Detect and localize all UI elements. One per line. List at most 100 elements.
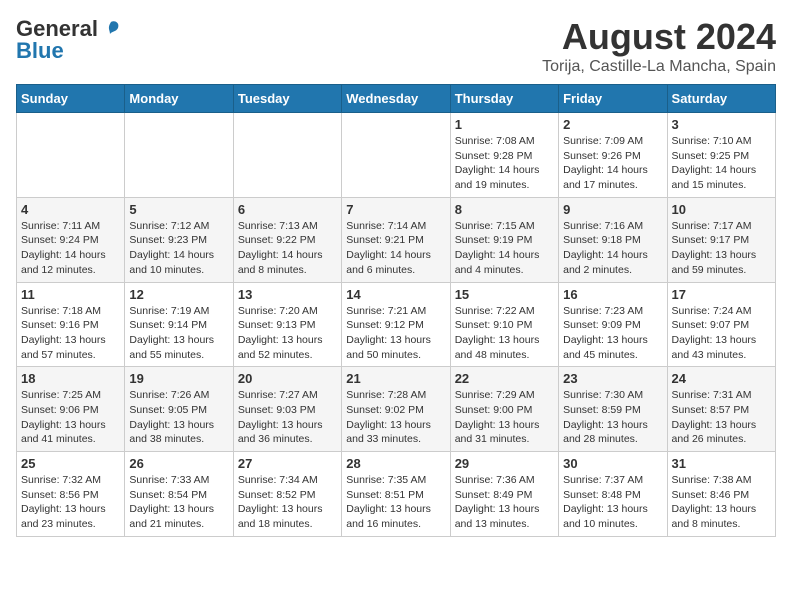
day-info: Sunrise: 7:18 AMSunset: 9:16 PMDaylight:…: [21, 304, 120, 363]
day-number: 24: [672, 371, 771, 386]
day-number: 7: [346, 202, 445, 217]
day-info: Sunrise: 7:24 AMSunset: 9:07 PMDaylight:…: [672, 304, 771, 363]
calendar-cell: 8 Sunrise: 7:15 AMSunset: 9:19 PMDaylight…: [450, 197, 558, 282]
weekday-header-friday: Friday: [559, 85, 667, 113]
calendar-week-4: 18 Sunrise: 7:25 AMSunset: 9:06 PMDayligh…: [17, 367, 776, 452]
calendar-week-2: 4Sunrise: 7:11 AMSunset: 9:24 PMDaylight…: [17, 197, 776, 282]
calendar-cell: 9 Sunrise: 7:16 AMSunset: 9:18 PMDaylight…: [559, 197, 667, 282]
calendar-cell: 26 Sunrise: 7:33 AMSunset: 8:54 PMDayligh…: [125, 452, 233, 537]
calendar-cell: 5 Sunrise: 7:12 AMSunset: 9:23 PMDaylight…: [125, 197, 233, 282]
day-info: Sunrise: 7:25 AMSunset: 9:06 PMDaylight:…: [21, 388, 120, 447]
day-info: Sunrise: 7:35 AMSunset: 8:51 PMDaylight:…: [346, 473, 445, 532]
calendar-cell: 29 Sunrise: 7:36 AMSunset: 8:49 PMDayligh…: [450, 452, 558, 537]
day-info: Sunrise: 7:16 AMSunset: 9:18 PMDaylight:…: [563, 219, 662, 278]
calendar-week-3: 11Sunrise: 7:18 AMSunset: 9:16 PMDayligh…: [17, 282, 776, 367]
logo: General Blue: [16, 16, 122, 64]
calendar-week-5: 25 Sunrise: 7:32 AMSunset: 8:56 PMDayligh…: [17, 452, 776, 537]
weekday-header-saturday: Saturday: [667, 85, 775, 113]
day-number: 2: [563, 117, 662, 132]
day-number: 10: [672, 202, 771, 217]
day-info: Sunrise: 7:26 AMSunset: 9:05 PMDaylight:…: [129, 388, 228, 447]
calendar-cell: 22 Sunrise: 7:29 AMSunset: 9:00 PMDayligh…: [450, 367, 558, 452]
calendar-cell: 1Sunrise: 7:08 AMSunset: 9:28 PMDaylight…: [450, 113, 558, 198]
day-info: Sunrise: 7:32 AMSunset: 8:56 PMDaylight:…: [21, 473, 120, 532]
day-info: Sunrise: 7:14 AMSunset: 9:21 PMDaylight:…: [346, 219, 445, 278]
day-number: 6: [238, 202, 337, 217]
calendar-cell: 2 Sunrise: 7:09 AMSunset: 9:26 PMDaylight…: [559, 113, 667, 198]
calendar-cell: 30 Sunrise: 7:37 AMSunset: 8:48 PMDayligh…: [559, 452, 667, 537]
title-block: August 2024 Torija, Castille-La Mancha, …: [542, 16, 776, 76]
calendar-cell: 19Sunrise: 7:26 AMSunset: 9:05 PMDayligh…: [125, 367, 233, 452]
day-number: 22: [455, 371, 554, 386]
calendar-week-1: 1Sunrise: 7:08 AMSunset: 9:28 PMDaylight…: [17, 113, 776, 198]
day-number: 20: [238, 371, 337, 386]
day-info: Sunrise: 7:12 AMSunset: 9:23 PMDaylight:…: [129, 219, 228, 278]
day-info: Sunrise: 7:36 AMSunset: 8:49 PMDaylight:…: [455, 473, 554, 532]
day-info: Sunrise: 7:10 AMSunset: 9:25 PMDaylight:…: [672, 134, 771, 193]
day-number: 3: [672, 117, 771, 132]
day-number: 21: [346, 371, 445, 386]
day-number: 31: [672, 456, 771, 471]
calendar-cell: 21 Sunrise: 7:28 AMSunset: 9:02 PMDayligh…: [342, 367, 450, 452]
day-info: Sunrise: 7:13 AMSunset: 9:22 PMDaylight:…: [238, 219, 337, 278]
day-info: Sunrise: 7:09 AMSunset: 9:26 PMDaylight:…: [563, 134, 662, 193]
day-info: Sunrise: 7:17 AMSunset: 9:17 PMDaylight:…: [672, 219, 771, 278]
weekday-header-row: SundayMondayTuesdayWednesdayThursdayFrid…: [17, 85, 776, 113]
day-number: 26: [129, 456, 228, 471]
day-info: Sunrise: 7:37 AMSunset: 8:48 PMDaylight:…: [563, 473, 662, 532]
day-info: Sunrise: 7:29 AMSunset: 9:00 PMDaylight:…: [455, 388, 554, 447]
calendar-header: SundayMondayTuesdayWednesdayThursdayFrid…: [17, 85, 776, 113]
calendar-cell: 23Sunrise: 7:30 AMSunset: 8:59 PMDayligh…: [559, 367, 667, 452]
day-info: Sunrise: 7:15 AMSunset: 9:19 PMDaylight:…: [455, 219, 554, 278]
logo-blue-text: Blue: [16, 38, 64, 64]
calendar-cell: [342, 113, 450, 198]
day-info: Sunrise: 7:20 AMSunset: 9:13 PMDaylight:…: [238, 304, 337, 363]
day-number: 13: [238, 287, 337, 302]
calendar-cell: 18 Sunrise: 7:25 AMSunset: 9:06 PMDayligh…: [17, 367, 125, 452]
day-info: Sunrise: 7:31 AMSunset: 8:57 PMDaylight:…: [672, 388, 771, 447]
calendar-cell: [17, 113, 125, 198]
day-number: 29: [455, 456, 554, 471]
page-header: General Blue August 2024 Torija, Castill…: [16, 16, 776, 76]
day-number: 8: [455, 202, 554, 217]
page-subtitle: Torija, Castille-La Mancha, Spain: [542, 58, 776, 76]
calendar-cell: [125, 113, 233, 198]
calendar-cell: 6 Sunrise: 7:13 AMSunset: 9:22 PMDaylight…: [233, 197, 341, 282]
day-number: 4: [21, 202, 120, 217]
calendar-cell: 25 Sunrise: 7:32 AMSunset: 8:56 PMDayligh…: [17, 452, 125, 537]
weekday-header-sunday: Sunday: [17, 85, 125, 113]
calendar-cell: 28 Sunrise: 7:35 AMSunset: 8:51 PMDayligh…: [342, 452, 450, 537]
calendar-body: 1Sunrise: 7:08 AMSunset: 9:28 PMDaylight…: [17, 113, 776, 537]
calendar-cell: 3 Sunrise: 7:10 AMSunset: 9:25 PMDaylight…: [667, 113, 775, 198]
calendar-cell: 10 Sunrise: 7:17 AMSunset: 9:17 PMDayligh…: [667, 197, 775, 282]
calendar-cell: 12Sunrise: 7:19 AMSunset: 9:14 PMDayligh…: [125, 282, 233, 367]
day-number: 12: [129, 287, 228, 302]
calendar-cell: 27Sunrise: 7:34 AMSunset: 8:52 PMDayligh…: [233, 452, 341, 537]
logo-bird-icon: [100, 18, 122, 40]
weekday-header-thursday: Thursday: [450, 85, 558, 113]
calendar-cell: 7 Sunrise: 7:14 AMSunset: 9:21 PMDaylight…: [342, 197, 450, 282]
day-number: 14: [346, 287, 445, 302]
day-info: Sunrise: 7:38 AMSunset: 8:46 PMDaylight:…: [672, 473, 771, 532]
weekday-header-wednesday: Wednesday: [342, 85, 450, 113]
day-info: Sunrise: 7:28 AMSunset: 9:02 PMDaylight:…: [346, 388, 445, 447]
day-number: 5: [129, 202, 228, 217]
calendar-cell: 17Sunrise: 7:24 AMSunset: 9:07 PMDayligh…: [667, 282, 775, 367]
calendar-cell: 20Sunrise: 7:27 AMSunset: 9:03 PMDayligh…: [233, 367, 341, 452]
day-number: 28: [346, 456, 445, 471]
weekday-header-tuesday: Tuesday: [233, 85, 341, 113]
day-number: 9: [563, 202, 662, 217]
day-info: Sunrise: 7:23 AMSunset: 9:09 PMDaylight:…: [563, 304, 662, 363]
calendar-cell: [233, 113, 341, 198]
day-number: 30: [563, 456, 662, 471]
page-title: August 2024: [542, 16, 776, 58]
calendar-cell: 31 Sunrise: 7:38 AMSunset: 8:46 PMDayligh…: [667, 452, 775, 537]
weekday-header-monday: Monday: [125, 85, 233, 113]
calendar-cell: 14Sunrise: 7:21 AMSunset: 9:12 PMDayligh…: [342, 282, 450, 367]
day-info: Sunrise: 7:33 AMSunset: 8:54 PMDaylight:…: [129, 473, 228, 532]
day-number: 25: [21, 456, 120, 471]
calendar-cell: 16Sunrise: 7:23 AMSunset: 9:09 PMDayligh…: [559, 282, 667, 367]
calendar-cell: 15Sunrise: 7:22 AMSunset: 9:10 PMDayligh…: [450, 282, 558, 367]
day-number: 18: [21, 371, 120, 386]
calendar-table: SundayMondayTuesdayWednesdayThursdayFrid…: [16, 84, 776, 537]
